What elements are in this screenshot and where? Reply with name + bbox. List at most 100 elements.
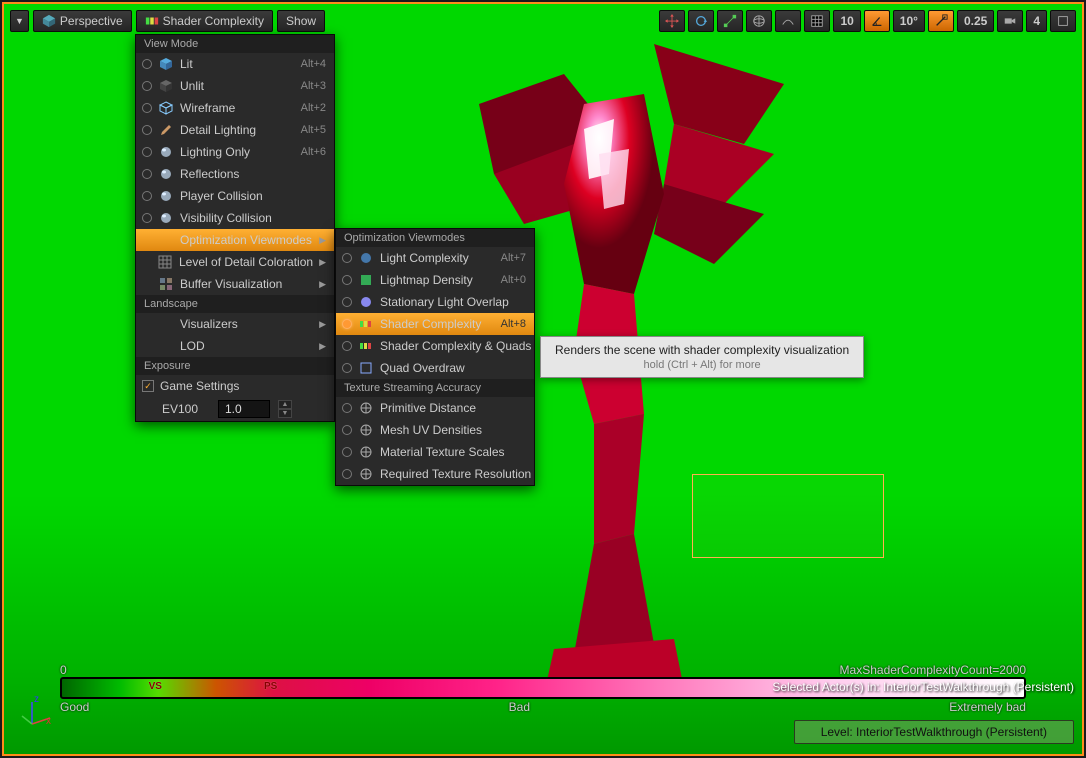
sphere-icon bbox=[158, 210, 174, 226]
submenu-item-light-complexity[interactable]: Light ComplexityAlt+7 bbox=[336, 247, 534, 269]
ev100-row: EV100 1.0 ▲▼ bbox=[136, 397, 334, 421]
move-icon bbox=[665, 14, 679, 28]
camera-speed-button[interactable] bbox=[997, 10, 1023, 32]
level-label: Level: InteriorTestWalkthrough (Persiste… bbox=[794, 720, 1074, 744]
radio-icon bbox=[142, 213, 152, 223]
scale-snap-button[interactable] bbox=[928, 10, 954, 32]
ev100-label: EV100 bbox=[162, 402, 210, 416]
radio-icon bbox=[342, 275, 352, 285]
radio-icon bbox=[342, 341, 352, 351]
radio-icon bbox=[142, 59, 152, 69]
submenu-item-stationary-light-overlap[interactable]: Stationary Light Overlap bbox=[336, 291, 534, 313]
menu-item-landscape-lod[interactable]: LOD▶ bbox=[136, 335, 334, 357]
submenu-item-material-texture-scales[interactable]: Material Texture Scales bbox=[336, 441, 534, 463]
radio-icon bbox=[342, 363, 352, 373]
shader-icon bbox=[145, 14, 159, 28]
menu-item-unlit[interactable]: UnlitAlt+3 bbox=[136, 75, 334, 97]
radio-icon bbox=[342, 319, 352, 329]
submenu-item-lightmap-density[interactable]: Lightmap DensityAlt+0 bbox=[336, 269, 534, 291]
translate-button[interactable] bbox=[659, 10, 685, 32]
legend-xbad: Extremely bad bbox=[949, 700, 1026, 714]
optimization-submenu: Optimization Viewmodes Light ComplexityA… bbox=[335, 228, 535, 486]
tooltip-text: Renders the scene with shader complexity… bbox=[555, 343, 849, 357]
menu-item-detail-lighting[interactable]: Detail LightingAlt+5 bbox=[136, 119, 334, 141]
menu-item-wireframe[interactable]: WireframeAlt+2 bbox=[136, 97, 334, 119]
legend-good: Good bbox=[60, 700, 89, 714]
legend-ps: PS bbox=[264, 681, 277, 692]
tooltip-hint: hold (Ctrl + Alt) for more bbox=[555, 359, 849, 371]
menu-item-player-collision[interactable]: Player Collision bbox=[136, 185, 334, 207]
viewmode-dropdown[interactable]: Shader Complexity bbox=[136, 10, 273, 32]
submenu-item-required-texture-resolution[interactable]: Required Texture Resolution bbox=[336, 463, 534, 485]
submenu-item-mesh-uv-densities[interactable]: Mesh UV Densities bbox=[336, 419, 534, 441]
submenu-item-shader-complexity[interactable]: Shader ComplexityAlt+8 bbox=[336, 313, 534, 335]
menu-item-buffer-vis[interactable]: Buffer Visualization▶ bbox=[136, 273, 334, 295]
grid-snap-button[interactable] bbox=[804, 10, 830, 32]
crosshair-icon bbox=[358, 400, 374, 416]
viewport-toolbar-right: 10 10° 0.25 4 bbox=[659, 10, 1076, 32]
radio-icon bbox=[142, 81, 152, 91]
axis-gizmo: z x bbox=[20, 694, 56, 730]
grid-small-icon bbox=[157, 254, 173, 270]
camera-icon bbox=[1003, 14, 1017, 28]
menu-item-visualizers[interactable]: Visualizers▶ bbox=[136, 313, 334, 335]
perspective-label: Perspective bbox=[60, 14, 123, 28]
legend-max: MaxShaderComplexityCount=2000 bbox=[840, 663, 1026, 677]
radio-icon bbox=[342, 403, 352, 413]
radio-icon bbox=[142, 147, 152, 157]
maximize-button[interactable] bbox=[1050, 10, 1076, 32]
buffer-icon bbox=[158, 276, 174, 292]
selected-actors-text: Selected Actor(s) in: InteriorTestWalkth… bbox=[772, 680, 1074, 694]
maximize-icon bbox=[1056, 14, 1070, 28]
menu-item-optimization[interactable]: Optimization Viewmodes▶ bbox=[136, 229, 334, 251]
angle-snap-button[interactable] bbox=[864, 10, 890, 32]
rotate-button[interactable] bbox=[688, 10, 714, 32]
submenu-item-shader-complexity-quads[interactable]: Shader Complexity & Quads bbox=[336, 335, 534, 357]
cube-blue-icon bbox=[158, 56, 174, 72]
brush-icon bbox=[158, 122, 174, 138]
selection-box bbox=[692, 474, 884, 558]
radio-icon bbox=[142, 169, 152, 179]
angle-snap-value[interactable]: 10° bbox=[893, 10, 925, 32]
crosshair-icon bbox=[358, 444, 374, 460]
radio-icon bbox=[342, 253, 352, 263]
submenu-item-quad-overdraw[interactable]: Quad Overdraw bbox=[336, 357, 534, 379]
radio-icon bbox=[142, 191, 152, 201]
show-dropdown[interactable]: Show bbox=[277, 10, 325, 32]
opt-icon bbox=[358, 250, 374, 266]
scale-button[interactable] bbox=[717, 10, 743, 32]
ev100-input[interactable]: 1.0 bbox=[218, 400, 270, 418]
menu-item-lod-coloration[interactable]: Level of Detail Coloration▶ bbox=[136, 251, 334, 273]
menu-item-game-settings[interactable]: ✓Game Settings bbox=[136, 375, 334, 397]
cube-icon bbox=[42, 14, 56, 28]
menu-header-exposure: Exposure bbox=[136, 357, 334, 375]
crosshair-icon bbox=[358, 466, 374, 482]
menu-item-reflections[interactable]: Reflections bbox=[136, 163, 334, 185]
grid-icon bbox=[810, 14, 824, 28]
perspective-dropdown[interactable]: Perspective bbox=[33, 10, 132, 32]
show-label: Show bbox=[286, 14, 316, 28]
angle-icon bbox=[870, 14, 884, 28]
opt-icon bbox=[358, 338, 374, 354]
checkbox-checked-icon: ✓ bbox=[142, 380, 154, 392]
menu-item-lighting-only[interactable]: Lighting OnlyAlt+6 bbox=[136, 141, 334, 163]
legend-bad: Bad bbox=[509, 700, 530, 714]
radio-icon bbox=[342, 447, 352, 457]
camera-speed-value[interactable]: 4 bbox=[1026, 10, 1047, 32]
legend-zero: 0 bbox=[60, 663, 67, 677]
radio-icon bbox=[142, 103, 152, 113]
scale-snap-value[interactable]: 0.25 bbox=[957, 10, 994, 32]
surface-snap-button[interactable] bbox=[775, 10, 801, 32]
menu-item-visibility-collision[interactable]: Visibility Collision bbox=[136, 207, 334, 229]
grid-snap-value[interactable]: 10 bbox=[833, 10, 860, 32]
sphere-icon bbox=[158, 166, 174, 182]
submenu-item-primitive-distance[interactable]: Primitive Distance bbox=[336, 397, 534, 419]
opt-icon bbox=[358, 272, 374, 288]
viewport-options-dropdown[interactable]: ▼ bbox=[10, 10, 29, 32]
ev100-spinner[interactable]: ▲▼ bbox=[278, 400, 292, 418]
menu-item-lit[interactable]: LitAlt+4 bbox=[136, 53, 334, 75]
tooltip: Renders the scene with shader complexity… bbox=[540, 336, 864, 378]
viewport[interactable]: ▼ Perspective Shader Complexity Show 10 … bbox=[2, 2, 1084, 756]
viewport-toolbar-left: ▼ Perspective Shader Complexity Show bbox=[10, 10, 325, 32]
coord-space-button[interactable] bbox=[746, 10, 772, 32]
